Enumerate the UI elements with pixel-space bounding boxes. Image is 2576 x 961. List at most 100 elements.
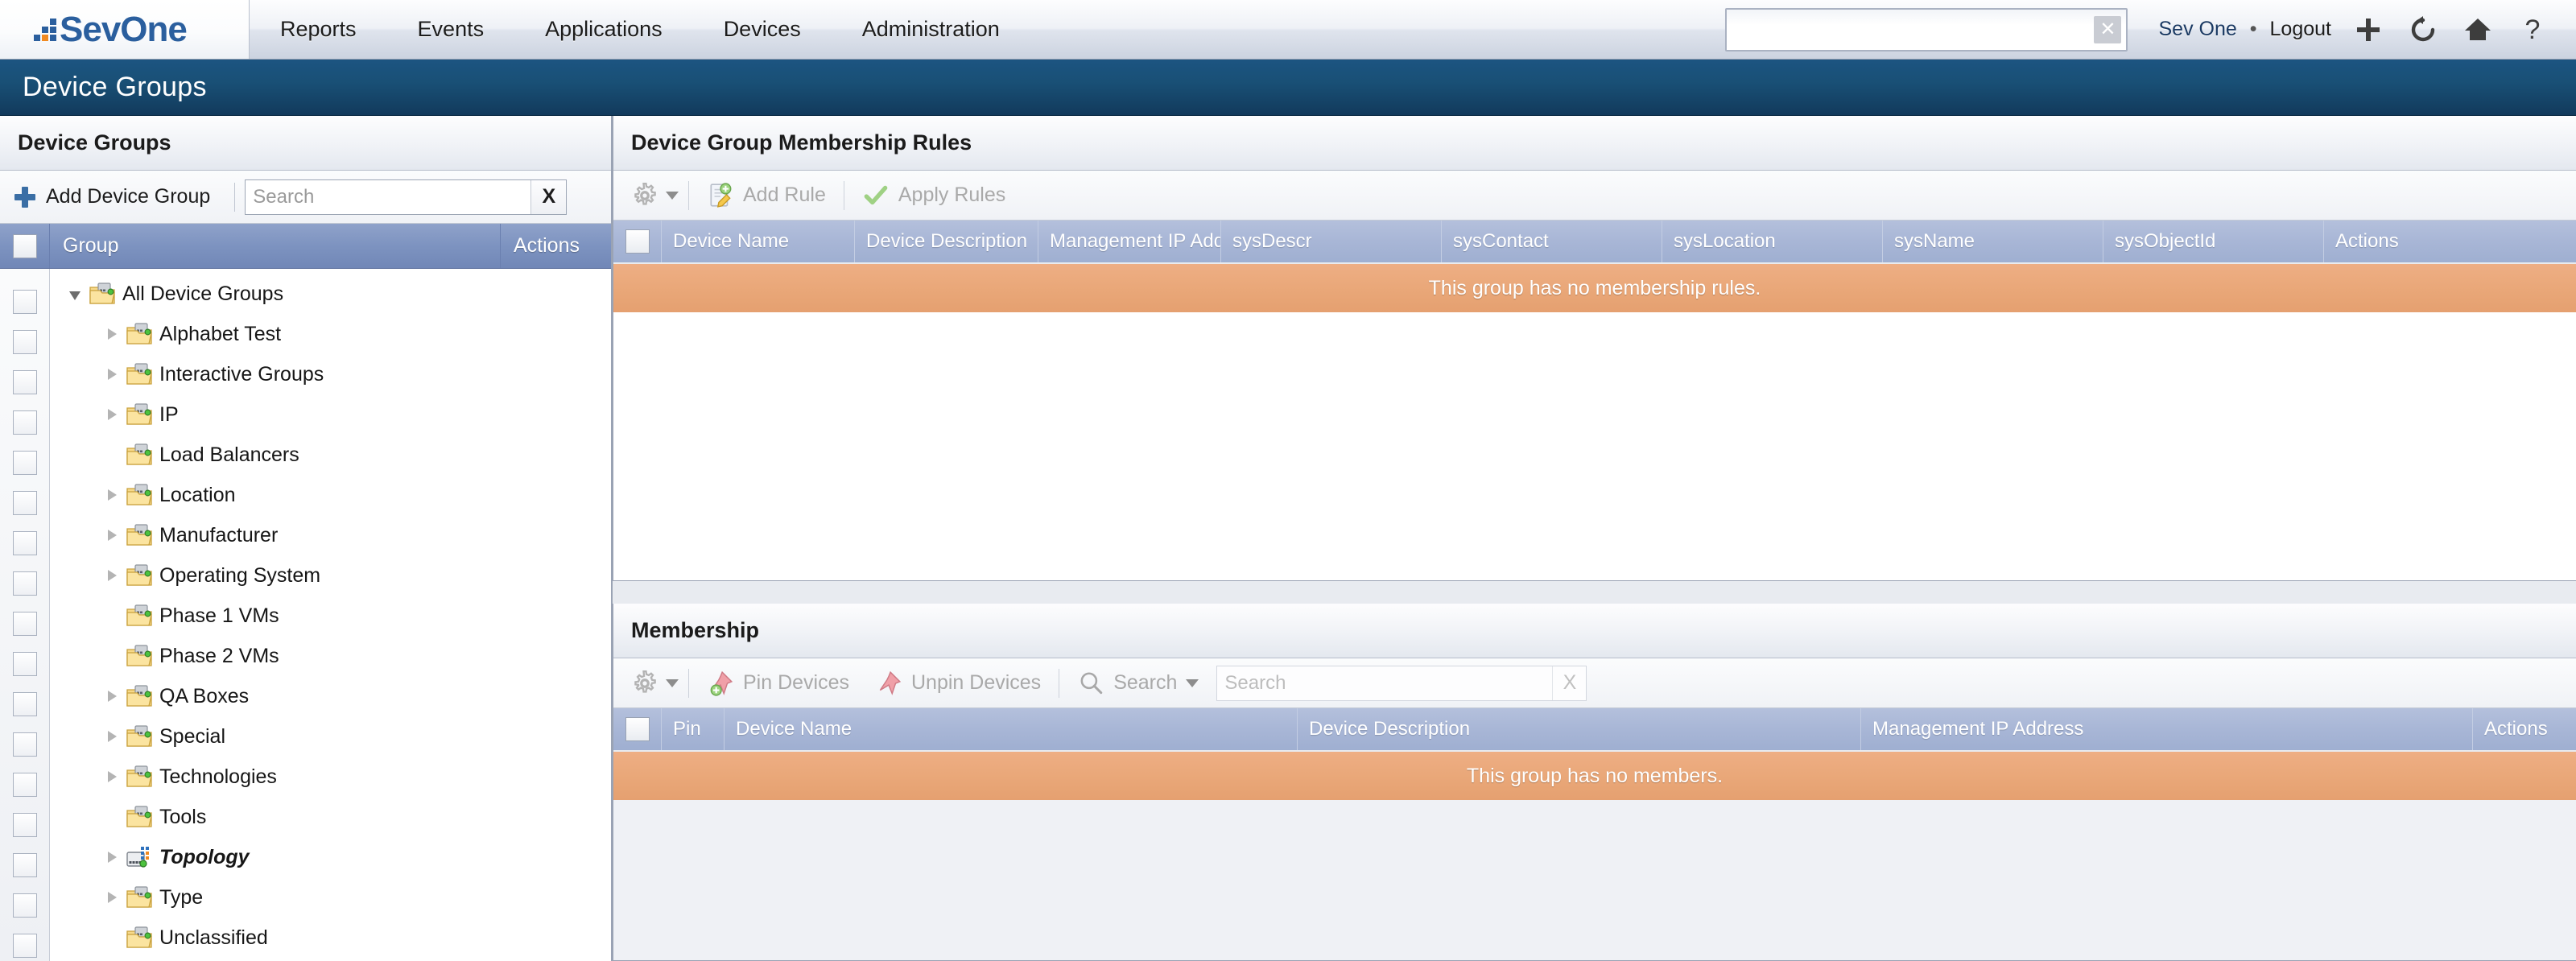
rules-settings-button[interactable] xyxy=(626,182,683,209)
collapse-arrow-icon[interactable] xyxy=(64,283,85,304)
rules-column-syslocation[interactable]: sysLocation xyxy=(1662,221,1883,262)
tree-column-group[interactable]: Group xyxy=(50,224,500,268)
tree-item-load-balancers[interactable]: Load Balancers xyxy=(50,435,611,475)
tree-item-qa-boxes[interactable]: QA Boxes xyxy=(50,676,611,716)
tree-select-all-checkbox[interactable] xyxy=(12,233,37,258)
tree-item-all-device-groups[interactable]: All Device Groups xyxy=(50,274,611,314)
unpin-devices-button[interactable]: Unpin Devices xyxy=(862,670,1054,697)
add-device-group-button[interactable]: Add Device Group xyxy=(14,185,225,208)
membership-select-all-checkbox[interactable] xyxy=(625,717,650,741)
tree-item-checkbox[interactable] xyxy=(12,451,37,475)
tree-item-checkbox[interactable] xyxy=(12,531,37,555)
tree-item-topology[interactable]: Topology xyxy=(50,837,611,877)
membership-search-input[interactable] xyxy=(1217,666,1553,700)
nav-item-devices[interactable]: Devices xyxy=(693,0,832,59)
expand-arrow-icon[interactable] xyxy=(101,686,122,707)
tree-item-tools[interactable]: Tools xyxy=(50,797,611,837)
tree-item-checkbox[interactable] xyxy=(12,732,37,757)
tree-item-location[interactable]: Location xyxy=(50,475,611,515)
tree-item-manufacturer[interactable]: Manufacturer xyxy=(50,515,611,555)
global-search-input[interactable] xyxy=(1727,9,2095,50)
membership-column-management-ip-address[interactable]: Management IP Address xyxy=(1861,708,2473,750)
rules-column-device-name[interactable]: Device Name xyxy=(662,221,855,262)
tree-item-checkbox[interactable] xyxy=(12,934,37,958)
tree-item-checkbox[interactable] xyxy=(12,571,37,596)
tree-item-checkbox[interactable] xyxy=(12,692,37,716)
logout-link[interactable]: Logout xyxy=(2265,18,2336,41)
tree-item-alphabet-test[interactable]: Alphabet Test xyxy=(50,314,611,354)
rules-column-device-description[interactable]: Device Description xyxy=(855,221,1038,262)
expand-arrow-icon[interactable] xyxy=(101,887,122,908)
expand-arrow-icon[interactable] xyxy=(101,565,122,586)
plus-icon[interactable] xyxy=(2346,7,2391,52)
device-groups-search-clear-button[interactable]: X xyxy=(530,179,567,214)
sevone-logo[interactable]: SevOne xyxy=(34,10,188,50)
membership-column-actions[interactable]: Actions xyxy=(2473,708,2576,750)
membership-column-device-name[interactable]: Device Name xyxy=(724,708,1298,750)
tree-item-checkbox[interactable] xyxy=(12,893,37,918)
tree-item-checkbox[interactable] xyxy=(12,370,37,394)
add-rule-button[interactable]: Add Rule xyxy=(694,182,839,209)
device-group-icon xyxy=(126,443,153,467)
rules-column-sysobjectid[interactable]: sysObjectId xyxy=(2103,221,2324,262)
tree-column-actions[interactable]: Actions xyxy=(500,224,611,268)
expand-arrow-icon[interactable] xyxy=(101,525,122,546)
nav-item-applications[interactable]: Applications xyxy=(514,0,693,59)
expand-arrow-icon[interactable] xyxy=(101,364,122,385)
rules-column-syscontact[interactable]: sysContact xyxy=(1442,221,1662,262)
logo-cell[interactable]: SevOne xyxy=(0,0,250,59)
nav-item-events[interactable]: Events xyxy=(387,0,515,59)
membership-select-all-cell[interactable] xyxy=(613,708,662,750)
user-name-link[interactable]: Sev One xyxy=(2153,18,2241,41)
global-search-container[interactable]: ✕ xyxy=(1725,7,2128,52)
global-search-clear-icon[interactable]: ✕ xyxy=(2094,15,2122,43)
rules-select-all-checkbox[interactable] xyxy=(625,229,650,254)
expand-arrow-icon[interactable] xyxy=(101,404,122,425)
pin-devices-button[interactable]: Pin Devices xyxy=(694,670,862,697)
tree-item-checkbox[interactable] xyxy=(12,410,37,435)
tree-item-checkbox[interactable] xyxy=(12,491,37,515)
membership-search-dropdown[interactable]: Search xyxy=(1064,670,1212,697)
tree-item-checkbox[interactable] xyxy=(12,853,37,877)
rules-select-all-cell[interactable] xyxy=(613,221,662,262)
membership-search-container[interactable]: X xyxy=(1216,665,1587,701)
nav-item-reports[interactable]: Reports xyxy=(250,0,387,59)
expand-arrow-icon[interactable] xyxy=(101,324,122,344)
membership-column-pin[interactable]: Pin xyxy=(662,708,724,750)
expand-arrow-icon[interactable] xyxy=(101,847,122,868)
rules-column-actions[interactable]: Actions xyxy=(2324,221,2576,262)
tree-item-checkbox[interactable] xyxy=(12,290,37,314)
tree-item-phase-1-vms[interactable]: Phase 1 VMs xyxy=(50,596,611,636)
tree-item-operating-system[interactable]: Operating System xyxy=(50,555,611,596)
home-icon[interactable] xyxy=(2455,7,2500,52)
membership-search-clear-button[interactable]: X xyxy=(1552,666,1586,700)
tree-item-special[interactable]: Special xyxy=(50,716,611,757)
device-groups-search-container[interactable]: X xyxy=(245,179,568,215)
tree-select-all-cell[interactable] xyxy=(0,224,50,268)
tree-item-checkbox[interactable] xyxy=(12,652,37,676)
tree-item-phase-2-vms[interactable]: Phase 2 VMs xyxy=(50,636,611,676)
tree-item-checkbox[interactable] xyxy=(12,773,37,797)
expand-arrow-icon[interactable] xyxy=(101,766,122,787)
membership-column-device-description[interactable]: Device Description xyxy=(1298,708,1861,750)
tree-item-technologies[interactable]: Technologies xyxy=(50,757,611,797)
membership-settings-button[interactable] xyxy=(626,670,683,697)
tree-item-checkbox[interactable] xyxy=(12,612,37,636)
rules-column-sysdescr[interactable]: sysDescr xyxy=(1221,221,1442,262)
rules-column-sysname[interactable]: sysName xyxy=(1883,221,2103,262)
tree-item-ip[interactable]: IP xyxy=(50,394,611,435)
rules-column-management-ip-addre[interactable]: Management IP Addre xyxy=(1038,221,1221,262)
expand-arrow-icon[interactable] xyxy=(101,726,122,747)
apply-rules-button[interactable]: Apply Rules xyxy=(849,182,1018,209)
tree-item-checkbox[interactable] xyxy=(12,813,37,837)
nav-item-administration[interactable]: Administration xyxy=(832,0,1030,59)
device-groups-search-input[interactable] xyxy=(246,179,531,214)
tree-item-type[interactable]: Type xyxy=(50,877,611,918)
help-icon[interactable]: ? xyxy=(2510,7,2555,52)
tree-item-unclassified[interactable]: Unclassified xyxy=(50,918,611,958)
refresh-icon[interactable] xyxy=(2401,7,2446,52)
expand-arrow-icon[interactable] xyxy=(101,485,122,505)
tree-item-interactive-groups[interactable]: Interactive Groups xyxy=(50,354,611,394)
tree-item-checkbox[interactable] xyxy=(12,330,37,354)
